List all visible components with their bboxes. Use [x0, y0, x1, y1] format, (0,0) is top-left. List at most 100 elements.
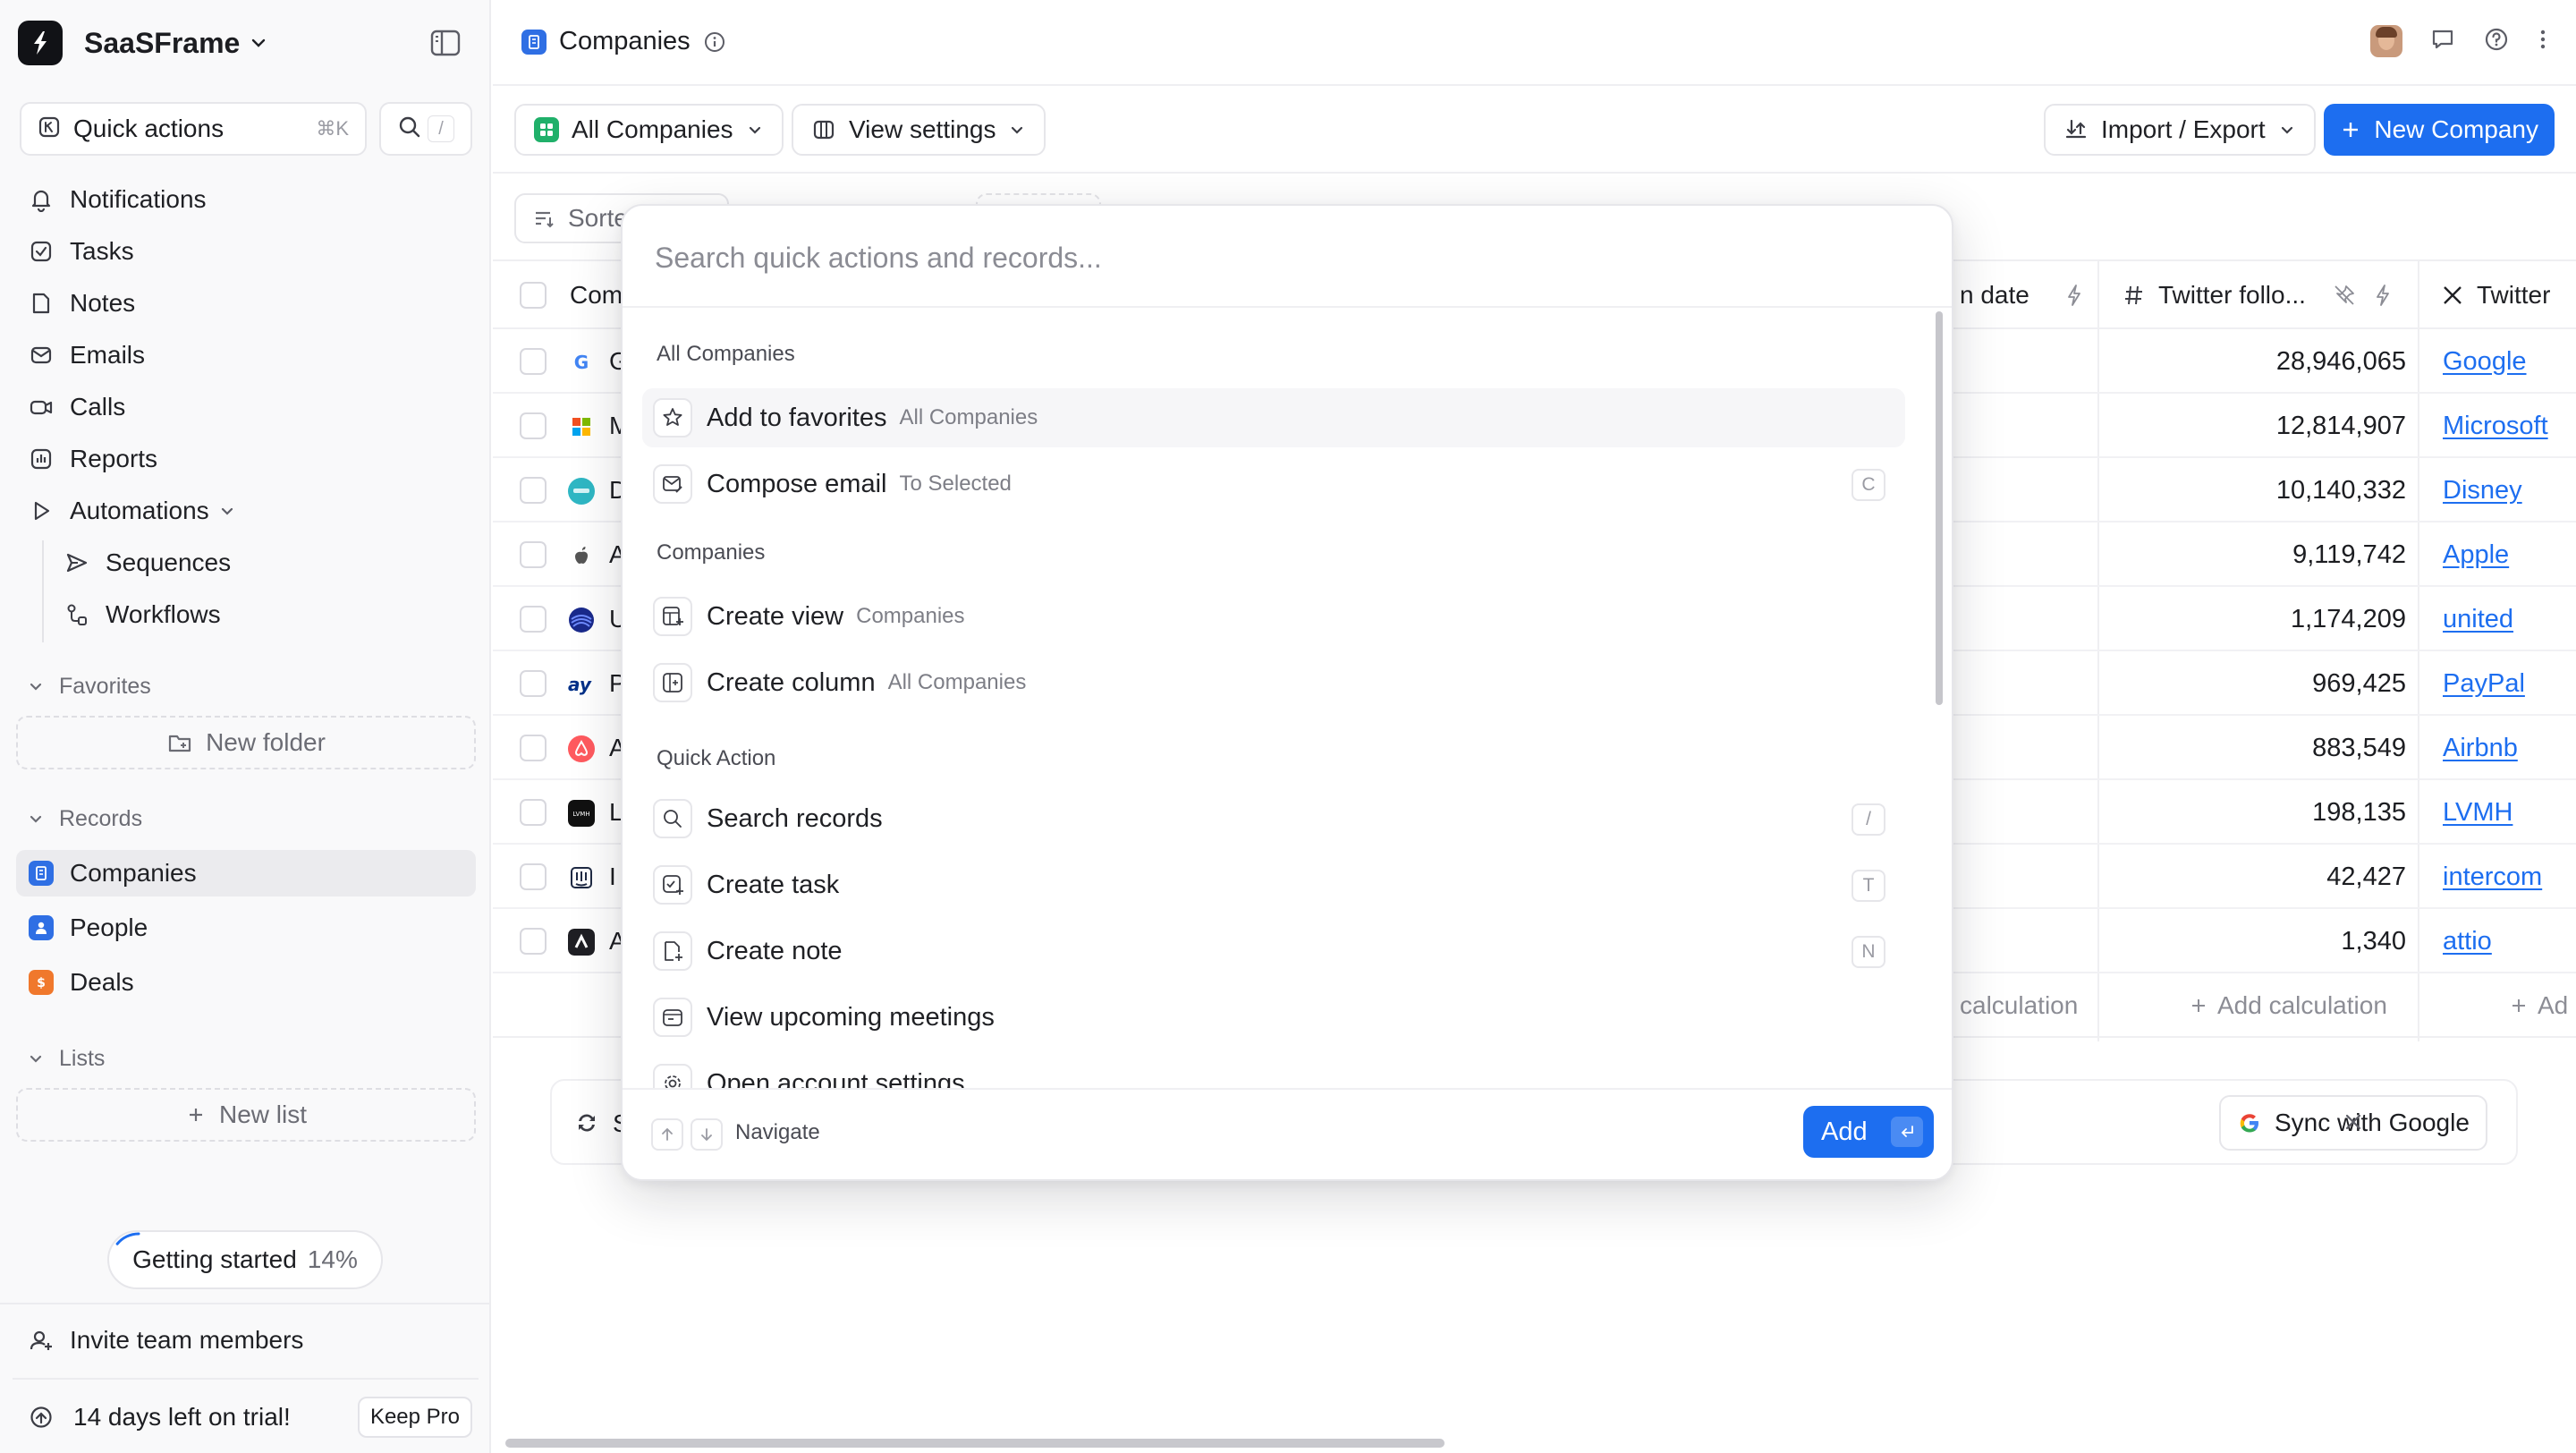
twitter-link[interactable]: Airbnb	[2443, 716, 2518, 780]
sidebar-item-workflows[interactable]: Workflows	[52, 591, 476, 638]
enter-icon	[1891, 1117, 1923, 1147]
row-checkbox[interactable]	[520, 863, 547, 890]
command-palette: All Companies Add to favorites All Compa…	[621, 204, 1953, 1181]
row-checkbox[interactable]	[520, 735, 547, 761]
row-checkbox[interactable]	[520, 799, 547, 826]
sidebar-item-automations[interactable]: Automations	[16, 488, 476, 534]
palette-add-button[interactable]: Add	[1803, 1106, 1934, 1158]
new-list-button[interactable]: New list	[16, 1088, 476, 1142]
add-calculation-button[interactable]: Ad	[2509, 973, 2568, 1038]
twitter-link[interactable]: PayPal	[2443, 651, 2525, 716]
view-settings-button[interactable]: View settings	[792, 104, 1046, 156]
palette-item-view-upcoming-meetings[interactable]: View upcoming meetings	[642, 988, 1905, 1047]
grid-view-icon	[534, 117, 559, 142]
getting-started-button[interactable]: Getting started 14%	[107, 1230, 383, 1289]
twitter-link[interactable]: united	[2443, 587, 2513, 651]
twitter-followers-cell: 969,425	[2312, 669, 2406, 698]
palette-item-open-account-settings[interactable]: Open account settings	[642, 1054, 1905, 1088]
sidebar-toggle-icon[interactable]	[429, 27, 462, 64]
row-checkbox[interactable]	[520, 477, 547, 504]
palette-item-create-view[interactable]: Create view Companies	[642, 587, 1905, 646]
row-checkbox[interactable]	[520, 606, 547, 633]
palette-item-context: To Selected	[899, 472, 1012, 496]
new-folder-button[interactable]: New folder	[16, 716, 476, 769]
sidebar-search-button[interactable]: /	[379, 102, 472, 156]
view-settings-label: View settings	[849, 115, 996, 143]
twitter-link[interactable]: LVMH	[2443, 780, 2512, 845]
palette-item-compose-email[interactable]: Compose email To Selected C	[642, 455, 1905, 514]
chart-icon	[30, 448, 52, 470]
records-section-header[interactable]: Records	[27, 801, 142, 837]
plus-icon	[2192, 999, 2205, 1012]
add-calculation-button[interactable]: calculation	[1960, 973, 2078, 1038]
palette-item-search-records[interactable]: Search records /	[642, 789, 1905, 848]
sidebar-item-sequences[interactable]: Sequences	[52, 540, 476, 586]
apple-logo-icon	[568, 542, 595, 569]
palette-footer: Navigate Add	[623, 1088, 1952, 1179]
palette-item-create-column[interactable]: Create column All Companies	[642, 653, 1905, 712]
twitter-link[interactable]: Microsoft	[2443, 394, 2548, 458]
row-checkbox[interactable]	[520, 670, 547, 697]
avatar[interactable]	[2370, 25, 2402, 57]
column-header-twitter[interactable]: Twitter	[2441, 261, 2550, 329]
shortcut-key: N	[1852, 936, 1885, 968]
twitter-link[interactable]: Apple	[2443, 523, 2509, 587]
row-checkbox[interactable]	[520, 348, 547, 375]
close-icon[interactable]	[2341, 1109, 2366, 1134]
shortcut-key: /	[1852, 803, 1885, 836]
sidebar-item-notes[interactable]: Notes	[16, 280, 476, 327]
row-checkbox[interactable]	[520, 412, 547, 439]
twitter-link[interactable]: attio	[2443, 909, 2492, 973]
pin-off-icon	[2334, 285, 2354, 305]
column-header-twitter-followers[interactable]: Twitter follo...	[2123, 261, 2394, 329]
sidebar-item-calls[interactable]: Calls	[16, 384, 476, 430]
view-selector[interactable]: All Companies	[514, 104, 784, 156]
page-title: Companies	[521, 27, 726, 56]
sidebar-item-deals[interactable]: $ Deals	[16, 959, 476, 1006]
new-company-button[interactable]: New Company	[2324, 104, 2555, 156]
twitter-link[interactable]: Google	[2443, 329, 2527, 394]
info-icon[interactable]	[703, 30, 726, 54]
twitter-link[interactable]: Disney	[2443, 458, 2522, 523]
palette-item-add-to-favorites[interactable]: Add to favorites All Companies	[642, 388, 1905, 447]
add-calculation-button[interactable]: Add calculation	[2189, 973, 2387, 1038]
invite-team-button[interactable]: Invite team members	[16, 1317, 476, 1364]
more-vertical-icon[interactable]	[2537, 26, 2549, 57]
sidebar-item-people[interactable]: People	[16, 905, 476, 951]
sidebar-item-reports[interactable]: Reports	[16, 436, 476, 482]
favorites-section-header[interactable]: Favorites	[27, 668, 151, 704]
note-icon	[32, 293, 50, 314]
palette-scrollbar[interactable]	[1936, 311, 1943, 705]
row-checkbox[interactable]	[520, 928, 547, 955]
sidebar-item-label: Sequences	[106, 548, 232, 576]
row-checkbox[interactable]	[520, 541, 547, 568]
help-icon[interactable]	[2483, 26, 2510, 57]
import-export-button[interactable]: Import / Export	[2044, 104, 2316, 156]
chat-icon[interactable]	[2429, 26, 2456, 57]
column-header-company[interactable]: Com	[570, 261, 623, 329]
sidebar-divider	[0, 1303, 491, 1304]
select-all-checkbox[interactable]	[520, 282, 547, 309]
sidebar-item-emails[interactable]: Emails	[16, 332, 476, 378]
column-header-date[interactable]: n date	[1960, 261, 2085, 329]
horizontal-scrollbar[interactable]	[505, 1439, 1445, 1448]
twitter-link[interactable]: intercom	[2443, 845, 2542, 909]
disney-logo-icon	[568, 478, 595, 505]
new-company-label: New Company	[2374, 115, 2538, 143]
table-plus-icon	[653, 597, 692, 636]
keep-pro-button[interactable]: Keep Pro	[358, 1397, 472, 1438]
palette-item-label: Add to favorites	[707, 403, 887, 432]
top-bar: Companies	[493, 0, 2576, 86]
palette-search-input[interactable]	[655, 231, 1907, 285]
lists-section-header[interactable]: Lists	[27, 1041, 105, 1076]
workspace-switcher[interactable]: SaaSFrame	[18, 18, 268, 68]
sidebar-item-companies[interactable]: Companies	[16, 850, 476, 896]
quick-actions-button[interactable]: Quick actions ⌘K	[20, 102, 367, 156]
sidebar-item-label: Emails	[70, 341, 146, 369]
palette-item-create-task[interactable]: Create task T	[642, 855, 1905, 914]
company-name[interactable]: I	[609, 845, 616, 909]
gear-icon	[653, 1064, 692, 1088]
palette-item-create-note[interactable]: Create note N	[642, 922, 1905, 981]
sidebar-item-tasks[interactable]: Tasks	[16, 228, 476, 275]
sidebar-item-notifications[interactable]: Notifications	[16, 176, 476, 223]
